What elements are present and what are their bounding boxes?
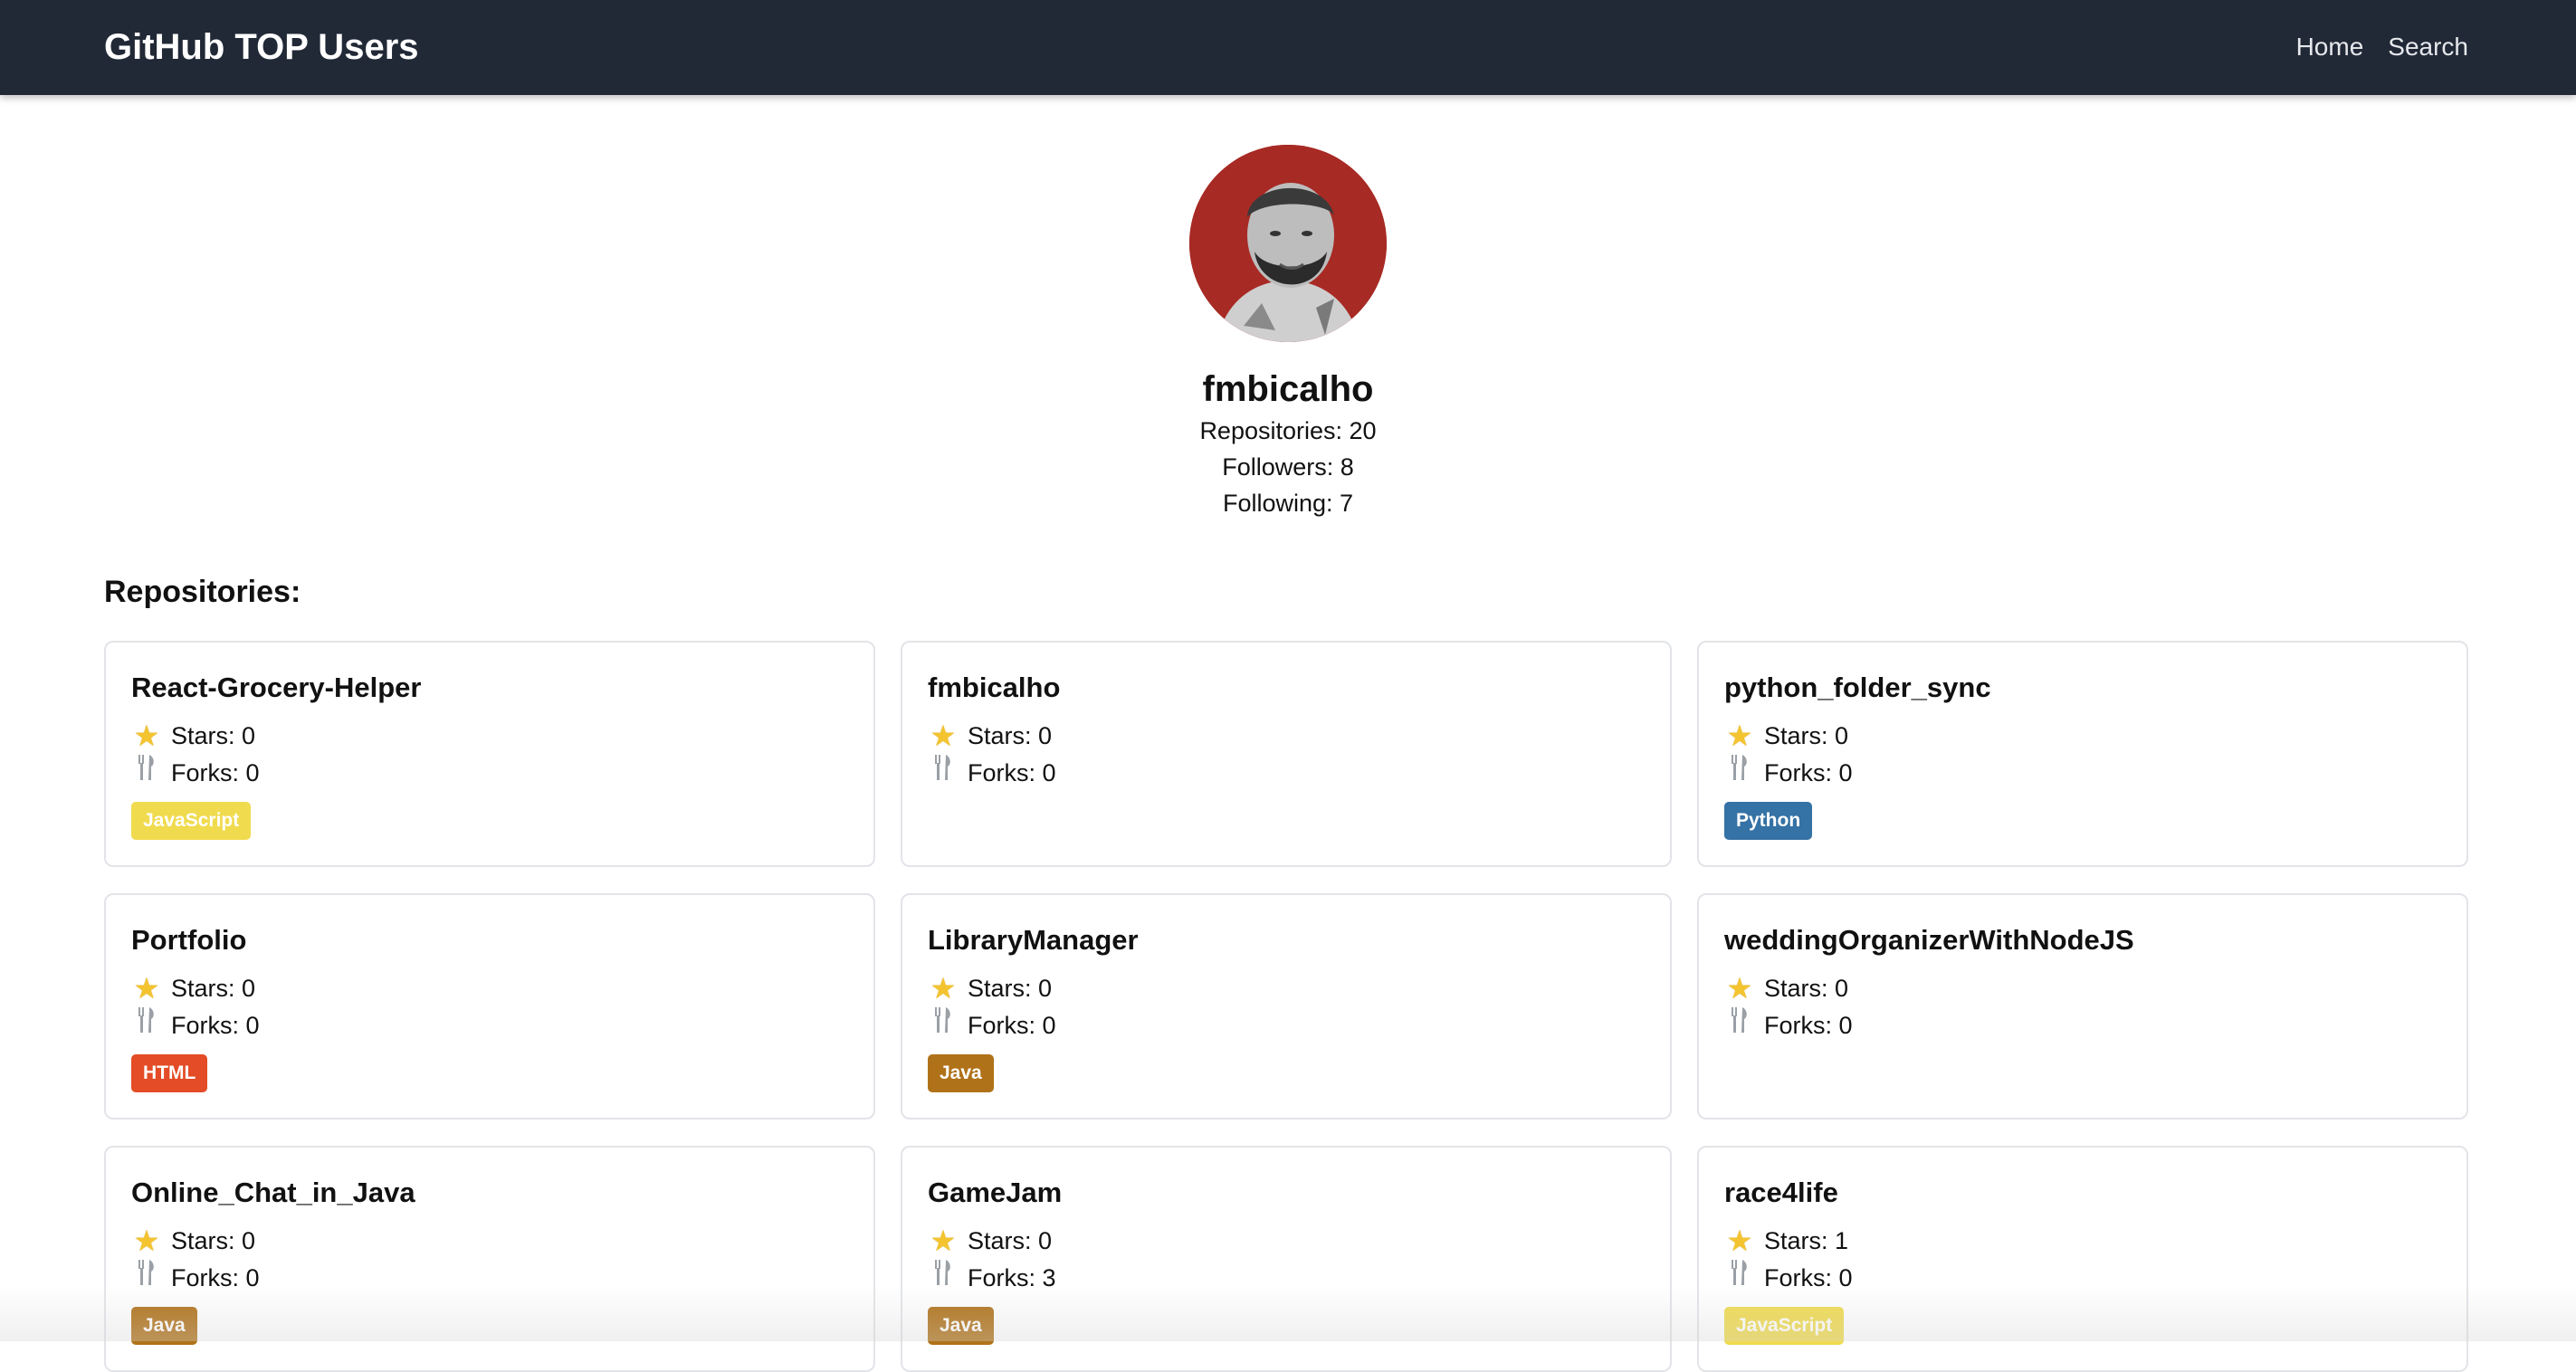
repo-name[interactable]: React-Grocery-Helper bbox=[131, 669, 848, 707]
repo-stars-text: Stars: 0 bbox=[1764, 722, 1849, 749]
star-icon: ★ bbox=[930, 972, 957, 1005]
language-badge: JavaScript bbox=[131, 802, 252, 840]
star-icon: ★ bbox=[133, 719, 160, 752]
star-icon: ★ bbox=[930, 719, 957, 752]
repo-stars-text: Stars: 0 bbox=[1764, 975, 1849, 1002]
repositories-count: Repositories: 20 bbox=[1199, 417, 1377, 444]
top-navbar: GitHub TOP Users Home Search bbox=[0, 0, 2576, 95]
repo-stars: ★ Stars: 0 bbox=[928, 1223, 1645, 1259]
repo-forks: Forks: 0 bbox=[131, 1259, 848, 1296]
repo-forks-text: Forks: 0 bbox=[1764, 1011, 1853, 1039]
repo-card[interactable]: React-Grocery-Helper ★ Stars: 0 Forks: 0 Jav… bbox=[104, 641, 875, 867]
repo-name[interactable]: fmbicalho bbox=[928, 669, 1645, 707]
repo-forks: Forks: 0 bbox=[131, 754, 848, 791]
fork-icon bbox=[1724, 1259, 1755, 1296]
repositories-heading: Repositories: bbox=[104, 575, 301, 609]
repo-stars-text: Stars: 0 bbox=[171, 1227, 256, 1254]
repo-forks-text: Forks: 0 bbox=[968, 758, 1056, 786]
language-badge: JavaScript bbox=[1724, 1307, 1845, 1345]
repo-card[interactable]: GameJam ★ Stars: 0 Forks: 3 Java bbox=[901, 1146, 1672, 1372]
fork-icon bbox=[928, 754, 959, 791]
following-count: Following: 7 bbox=[1222, 490, 1354, 517]
user-profile: fmbicalho Repositories: 20 Followers: 8 … bbox=[0, 145, 2576, 521]
fork-icon bbox=[928, 1006, 959, 1043]
repo-stars: ★ Stars: 0 bbox=[1724, 970, 2441, 1006]
user-avatar-photo-icon bbox=[1189, 145, 1387, 342]
repo-card[interactable]: race4life ★ Stars: 1 Forks: 0 JavaScript bbox=[1697, 1146, 2468, 1372]
followers-count: Followers: 8 bbox=[1222, 453, 1354, 481]
star-icon: ★ bbox=[133, 1224, 160, 1257]
repo-stars: ★ Stars: 0 bbox=[928, 718, 1645, 754]
language-badge: Java bbox=[131, 1307, 197, 1345]
avatar bbox=[1189, 145, 1387, 342]
repo-name[interactable]: weddingOrganizerWithNodeJS bbox=[1724, 921, 2441, 959]
star-icon: ★ bbox=[1726, 1224, 1753, 1257]
repo-forks-text: Forks: 0 bbox=[171, 1011, 260, 1039]
repo-stars-text: Stars: 0 bbox=[968, 722, 1053, 749]
repo-name[interactable]: Online_Chat_in_Java bbox=[131, 1174, 848, 1212]
repo-stars-text: Stars: 0 bbox=[968, 1227, 1053, 1254]
repo-forks: Forks: 0 bbox=[1724, 1259, 2441, 1296]
repo-forks-text: Forks: 0 bbox=[1764, 758, 1853, 786]
repo-forks: Forks: 0 bbox=[131, 1006, 848, 1043]
repo-name[interactable]: python_folder_sync bbox=[1724, 669, 2441, 707]
repo-stars: ★ Stars: 0 bbox=[131, 718, 848, 754]
nav-links: Home Search bbox=[2296, 27, 2468, 67]
repo-forks-text: Forks: 3 bbox=[968, 1263, 1056, 1291]
fork-icon bbox=[131, 1259, 162, 1296]
repo-stars: ★ Stars: 0 bbox=[131, 970, 848, 1006]
star-icon: ★ bbox=[1726, 972, 1753, 1005]
language-badge: HTML bbox=[131, 1054, 208, 1092]
language-badge: Java bbox=[928, 1054, 994, 1092]
star-icon: ★ bbox=[1726, 719, 1753, 752]
brand-title[interactable]: GitHub TOP Users bbox=[104, 24, 419, 70]
repo-name[interactable]: LibraryManager bbox=[928, 921, 1645, 959]
repo-card[interactable]: weddingOrganizerWithNodeJS ★ Stars: 0 Forks… bbox=[1697, 893, 2468, 1120]
fork-icon bbox=[131, 1006, 162, 1043]
repo-name[interactable]: race4life bbox=[1724, 1174, 2441, 1212]
username: fmbicalho bbox=[1202, 369, 1374, 409]
repo-stars-text: Stars: 1 bbox=[1764, 1227, 1849, 1254]
repo-card[interactable]: Online_Chat_in_Java ★ Stars: 0 Forks: 0 Java bbox=[104, 1146, 875, 1372]
star-icon: ★ bbox=[930, 1224, 957, 1257]
language-badge: Java bbox=[928, 1307, 994, 1345]
repo-name[interactable]: Portfolio bbox=[131, 921, 848, 959]
fork-icon bbox=[1724, 1006, 1755, 1043]
nav-link-search[interactable]: Search bbox=[2388, 27, 2468, 67]
repo-forks: Forks: 0 bbox=[1724, 754, 2441, 791]
star-icon: ★ bbox=[133, 972, 160, 1005]
repo-forks-text: Forks: 0 bbox=[171, 1263, 260, 1291]
repo-forks-text: Forks: 0 bbox=[171, 758, 260, 786]
repo-forks-text: Forks: 0 bbox=[1764, 1263, 1853, 1291]
repo-stars: ★ Stars: 1 bbox=[1724, 1223, 2441, 1259]
repo-stars: ★ Stars: 0 bbox=[1724, 718, 2441, 754]
repo-stars-text: Stars: 0 bbox=[171, 722, 256, 749]
nav-link-home[interactable]: Home bbox=[2296, 27, 2364, 67]
repo-forks: Forks: 3 bbox=[928, 1259, 1645, 1296]
repo-card[interactable]: python_folder_sync ★ Stars: 0 Forks: 0 Pytho… bbox=[1697, 641, 2468, 867]
repo-forks: Forks: 0 bbox=[928, 1006, 1645, 1043]
repo-stars: ★ Stars: 0 bbox=[928, 970, 1645, 1006]
repo-card[interactable]: LibraryManager ★ Stars: 0 Forks: 0 Java bbox=[901, 893, 1672, 1120]
repo-forks: Forks: 0 bbox=[1724, 1006, 2441, 1043]
repo-card[interactable]: Portfolio ★ Stars: 0 Forks: 0 HTML bbox=[104, 893, 875, 1120]
repo-name[interactable]: GameJam bbox=[928, 1174, 1645, 1212]
repo-stars-text: Stars: 0 bbox=[968, 975, 1053, 1002]
repo-card[interactable]: fmbicalho ★ Stars: 0 Forks: 0 bbox=[901, 641, 1672, 867]
fork-icon bbox=[1724, 754, 1755, 791]
fork-icon bbox=[928, 1259, 959, 1296]
language-badge: Python bbox=[1724, 802, 1813, 840]
repo-stars-text: Stars: 0 bbox=[171, 975, 256, 1002]
repo-forks: Forks: 0 bbox=[928, 754, 1645, 791]
repo-stars: ★ Stars: 0 bbox=[131, 1223, 848, 1259]
fork-icon bbox=[131, 754, 162, 791]
repo-forks-text: Forks: 0 bbox=[968, 1011, 1056, 1039]
repository-grid: React-Grocery-Helper ★ Stars: 0 Forks: 0 Jav… bbox=[104, 641, 2468, 1372]
